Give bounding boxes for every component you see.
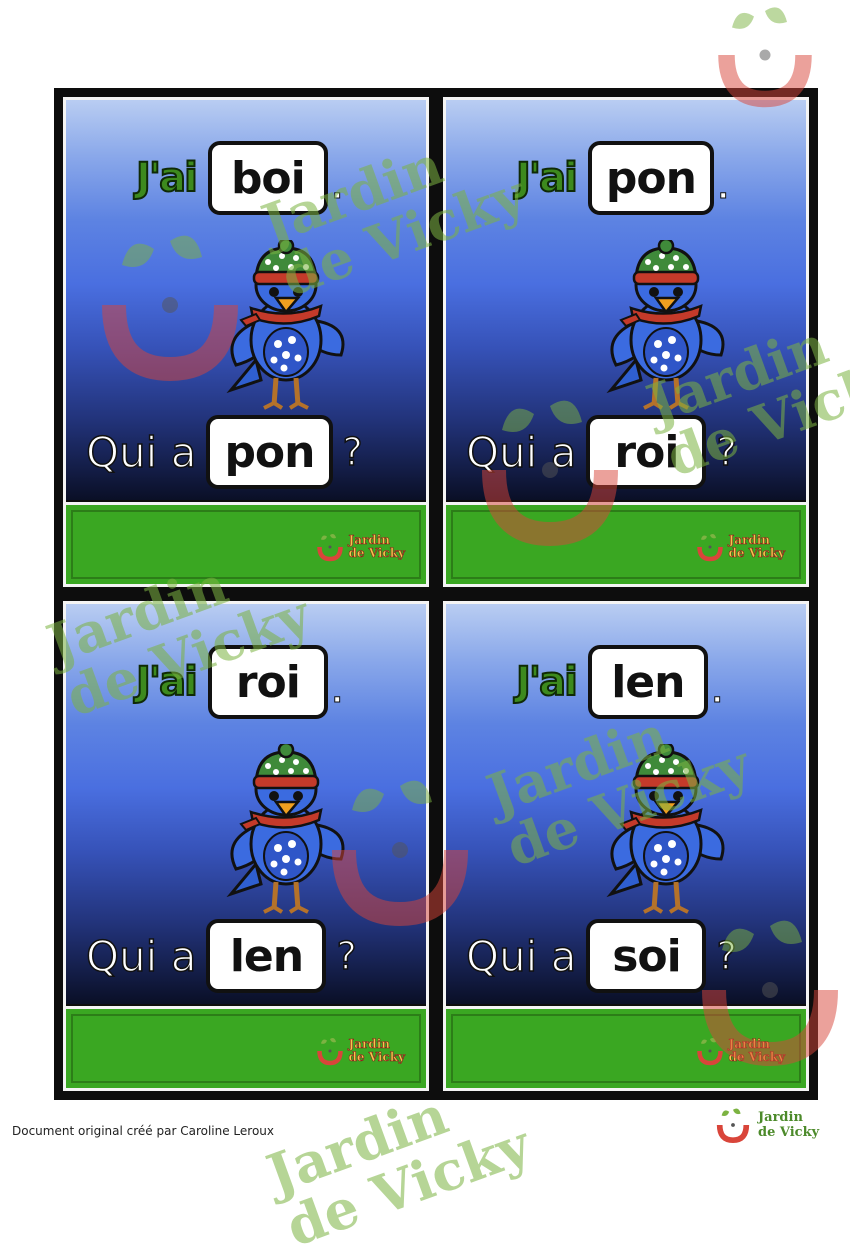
qui-word: soi xyxy=(612,930,681,982)
jardin-logo-icon xyxy=(695,532,725,562)
card-4: J'ai len . Qui a soi ? Jardin de Vicky xyxy=(437,595,815,1097)
qui-label: Qui a xyxy=(85,931,197,982)
qui-label: Qui a xyxy=(85,427,197,478)
qui-word-box: roi xyxy=(586,415,707,489)
card-logo: Jardin de Vicky xyxy=(695,1036,785,1066)
qui-label: Qui a xyxy=(465,427,577,478)
jai-word-box: roi xyxy=(207,645,328,719)
card-2: J'ai pon . Qui a roi ? Jardin de Vicky xyxy=(437,91,815,593)
card-logo-line2: de Vicky xyxy=(728,546,785,560)
footer-logo-line1: Jardin xyxy=(758,1110,803,1125)
footer-credit: Document original créé par Caroline Lero… xyxy=(12,1124,275,1138)
jai-word: roi xyxy=(235,656,301,708)
jai-label: J'ai xyxy=(135,154,199,202)
jai-word-box: pon xyxy=(587,141,714,215)
jai-period: . xyxy=(331,675,343,709)
card-grass: Jardin de Vicky xyxy=(446,502,806,584)
footer-logo-line2: de Vicky xyxy=(758,1125,820,1140)
jardin-logo-icon xyxy=(695,1036,725,1066)
question-mark: ? xyxy=(716,429,738,475)
jardin-logo-icon xyxy=(315,1036,345,1066)
jai-word: boi xyxy=(230,152,306,204)
bird-illustration xyxy=(596,744,736,919)
qui-word: pon xyxy=(224,426,315,478)
card-sheet: J'ai boi . Qui a pon ? Jardin de Vicky J… xyxy=(54,88,818,1100)
card-logo: Jardin de Vicky xyxy=(695,532,785,562)
jai-label: J'ai xyxy=(135,658,199,706)
bird-illustration xyxy=(216,240,356,415)
jai-label: J'ai xyxy=(515,658,579,706)
card-logo-line2: de Vicky xyxy=(348,1050,405,1064)
card-grass: Jardin de Vicky xyxy=(66,502,426,584)
qui-label: Qui a xyxy=(465,931,577,982)
question-mark: ? xyxy=(716,933,738,979)
jai-label: J'ai xyxy=(515,154,579,202)
card-grass: Jardin de Vicky xyxy=(446,1006,806,1088)
jai-period: . xyxy=(711,675,723,709)
qui-word-box: len xyxy=(206,919,327,993)
qui-word: len xyxy=(229,930,304,982)
footer-logo: Jardin de Vicky xyxy=(714,1106,819,1144)
qui-word: roi xyxy=(614,426,679,478)
jai-period: . xyxy=(331,171,343,205)
jai-word-box: boi xyxy=(207,141,328,215)
card-logo: Jardin de Vicky xyxy=(315,1036,405,1066)
card-logo-line2: de Vicky xyxy=(348,546,405,560)
jardin-logo-icon xyxy=(315,532,345,562)
jai-period: . xyxy=(717,171,729,205)
jardin-logo-icon xyxy=(714,1106,752,1144)
question-mark: ? xyxy=(342,429,364,475)
card-1: J'ai boi . Qui a pon ? Jardin de Vicky xyxy=(57,91,435,593)
jai-word-box: len xyxy=(587,645,708,719)
jai-word: len xyxy=(611,656,685,708)
question-mark: ? xyxy=(336,933,358,979)
bird-illustration xyxy=(216,744,356,919)
card-grass: Jardin de Vicky xyxy=(66,1006,426,1088)
qui-word-box: soi xyxy=(586,919,707,993)
card-3: J'ai roi . Qui a len ? Jardin de Vicky xyxy=(57,595,435,1097)
qui-word-box: pon xyxy=(206,415,333,489)
card-logo-line2: de Vicky xyxy=(728,1050,785,1064)
jai-word: pon xyxy=(605,152,697,204)
bird-illustration xyxy=(596,240,736,415)
card-logo: Jardin de Vicky xyxy=(315,532,405,562)
